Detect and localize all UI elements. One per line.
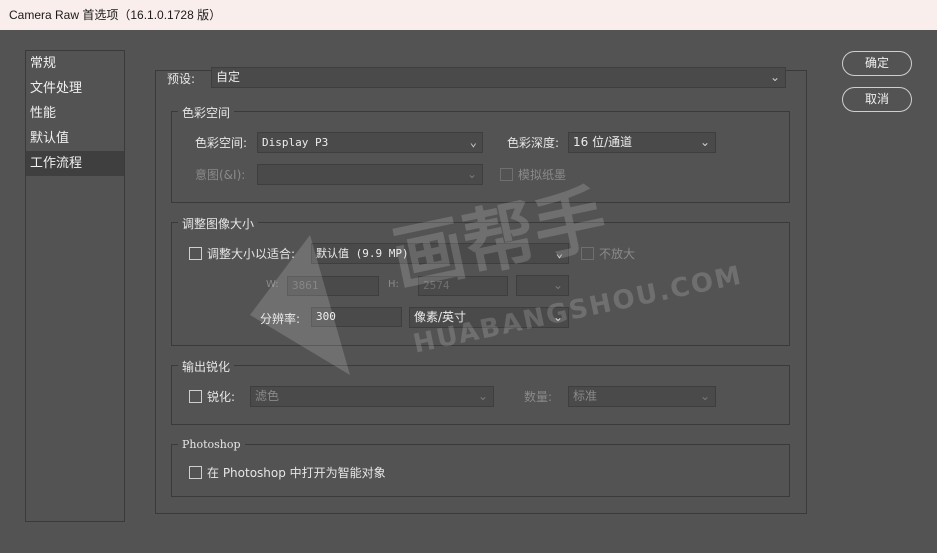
no-enlarge-checkbox[interactable] [581, 247, 594, 260]
color-depth-value: 16 位/通道 [573, 135, 633, 149]
color-space-group [171, 111, 790, 203]
color-space-group-title: 色彩空间 [178, 104, 235, 121]
output-sharpening-group-title: 输出锐化 [178, 358, 235, 375]
resize-to-fit-label: 调整大小以适合: [207, 247, 296, 261]
preset-select[interactable]: 自定 ⌄ [211, 67, 786, 88]
open-as-smart-object-checkbox[interactable] [189, 466, 202, 479]
chevron-down-icon: ⌄ [552, 278, 563, 292]
window-title: Camera Raw 首选项（16.1.0.1728 版） [0, 0, 937, 30]
chevron-down-icon: ⌄ [699, 389, 710, 403]
resolution-input[interactable]: 300 [311, 307, 402, 327]
nav-item-performance[interactable]: 性能 [26, 101, 124, 126]
preset-value: 自定 [216, 70, 241, 84]
color-space-select[interactable]: Display P3 ⌄ [257, 132, 483, 153]
ok-button[interactable]: 确定 [842, 51, 912, 76]
chevron-down-icon: ⌄ [552, 310, 563, 324]
amount-select[interactable]: 标准 ⌄ [568, 386, 716, 407]
chevron-down-icon: ⌄ [769, 70, 780, 84]
resize-to-fit-value: 默认值 (9.9 MP) [316, 247, 409, 260]
resolution-label: 分辨率: [260, 312, 301, 326]
sharpen-checkbox[interactable] [189, 390, 202, 403]
chevron-down-icon: ⌄ [477, 389, 488, 403]
resize-to-fit-select[interactable]: 默认值 (9.9 MP) ⌄ [311, 243, 569, 264]
simulate-paper-label: 模拟纸墨 [518, 168, 567, 182]
nav-item-workflow[interactable]: 工作流程 [26, 151, 124, 176]
sharpen-for-select[interactable]: 滤色 ⌄ [250, 386, 494, 407]
width-input[interactable]: 3861 [287, 276, 379, 296]
chevron-down-icon: ⌄ [555, 246, 563, 260]
preset-label: 预设: [167, 72, 196, 86]
resolution-unit-select[interactable]: 像素/英寸 ⌄ [409, 307, 569, 328]
resolution-unit-value: 像素/英寸 [414, 310, 467, 324]
no-enlarge-label: 不放大 [599, 247, 636, 261]
open-as-smart-object-label: 在 Photoshop 中打开为智能对象 [207, 466, 386, 480]
width-label: W: [266, 279, 279, 290]
amount-label: 数量: [524, 390, 553, 404]
chevron-down-icon: ⌄ [699, 135, 710, 149]
cancel-button[interactable]: 取消 [842, 87, 912, 112]
color-depth-label: 色彩深度: [507, 136, 560, 150]
nav-item-general[interactable]: 常规 [26, 51, 124, 76]
intent-select[interactable]: ⌄ [257, 164, 483, 185]
resize-to-fit-checkbox[interactable] [189, 247, 202, 260]
color-space-value: Display P3 [262, 136, 329, 149]
amount-value: 标准 [573, 389, 598, 403]
chevron-down-icon: ⌄ [469, 135, 477, 149]
size-unit-select[interactable]: ⌄ [516, 275, 569, 296]
color-depth-select[interactable]: 16 位/通道 ⌄ [568, 132, 716, 153]
nav-item-defaults[interactable]: 默认值 [26, 126, 124, 151]
photoshop-group-title: Photoshop [178, 438, 245, 451]
nav-item-file-handling[interactable]: 文件处理 [26, 76, 124, 101]
height-input[interactable]: 2574 [418, 276, 508, 296]
chevron-down-icon: ⌄ [466, 167, 477, 181]
simulate-paper-checkbox[interactable] [500, 168, 513, 181]
sharpen-label: 锐化: [207, 390, 236, 404]
preferences-nav: 常规 文件处理 性能 默认值 工作流程 [25, 50, 125, 522]
intent-label: 意图(&I): [195, 168, 246, 182]
sharpen-for-value: 滤色 [255, 389, 280, 403]
height-label: H: [388, 279, 399, 290]
resize-group-title: 调整图像大小 [178, 215, 259, 232]
color-space-label: 色彩空间: [195, 136, 248, 150]
